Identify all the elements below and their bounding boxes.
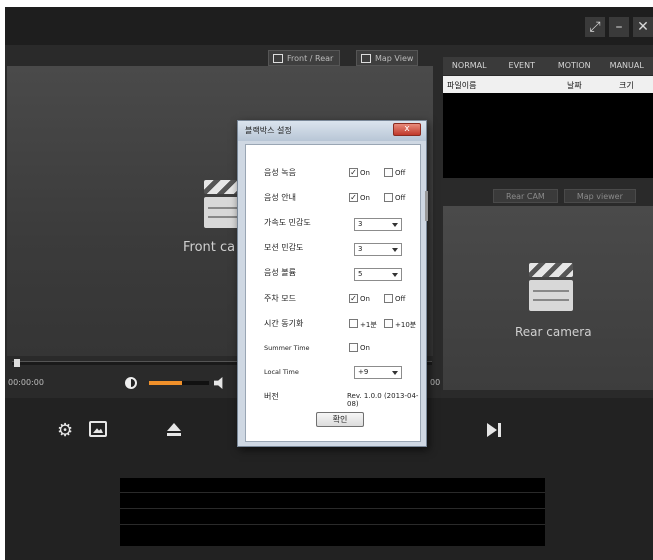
parking-mode-label: 주차 모드: [264, 294, 296, 303]
dialog-scrollbar[interactable]: [425, 191, 428, 221]
dialog-close-button[interactable]: x: [393, 123, 421, 136]
chevron-down-icon: [392, 248, 398, 252]
volume-label: 음성 볼륨: [264, 268, 296, 277]
time-sync-1min-label: +1분: [360, 321, 377, 329]
dialog-title-text: 블랙박스 설정: [245, 126, 292, 135]
column-date[interactable]: 날짜: [567, 80, 582, 91]
map-icon: [361, 54, 371, 63]
maximize-icon[interactable]: ⤢: [585, 17, 605, 37]
next-track-icon[interactable]: [487, 423, 501, 437]
time-sync-label: 시간 동기화: [264, 319, 304, 328]
time-display-right: 00: [430, 378, 441, 387]
audio-record-label: 음성 녹음: [264, 168, 296, 177]
local-time-label: Local Time: [264, 368, 299, 376]
file-tabs: NORMAL EVENT MOTION MANUAL: [443, 57, 653, 75]
map-view-label: Map View: [375, 54, 414, 63]
minimize-icon[interactable]: –: [609, 17, 629, 37]
audio-record-off-checkbox[interactable]: [384, 168, 393, 177]
motion-sensitivity-select[interactable]: 3: [354, 243, 402, 256]
clapper-icon: [529, 263, 573, 311]
voice-guide-off-checkbox[interactable]: [384, 193, 393, 202]
image-icon[interactable]: [89, 421, 107, 437]
volume-select[interactable]: 5: [354, 268, 402, 281]
accel-sensitivity-select[interactable]: 3: [354, 218, 402, 231]
volume-fill: [149, 381, 182, 385]
tab-normal[interactable]: NORMAL: [443, 57, 496, 75]
time-display: 00:00:00: [8, 378, 44, 387]
rear-cam-button[interactable]: Rear CAM: [493, 189, 558, 203]
eject-icon[interactable]: [167, 423, 181, 437]
column-filename[interactable]: 파일이름: [447, 80, 476, 91]
file-list[interactable]: [443, 93, 653, 178]
parking-mode-on-checkbox[interactable]: ✓: [349, 294, 358, 303]
gear-icon[interactable]: ⚙: [57, 420, 73, 441]
accel-sensitivity-value: 3: [358, 220, 363, 228]
tab-manual[interactable]: MANUAL: [601, 57, 653, 75]
parking-mode-on-label: On: [360, 295, 370, 303]
seek-handle[interactable]: [14, 359, 20, 367]
map-viewer-button[interactable]: Map viewer: [563, 189, 636, 203]
ok-button[interactable]: 확인: [316, 412, 364, 427]
audio-record-on-checkbox[interactable]: ✓: [349, 168, 358, 177]
rear-view-buttons: Rear CAM Map viewer: [493, 189, 636, 203]
chevron-down-icon: [392, 273, 398, 277]
summer-time-label: Summer Time: [264, 344, 310, 352]
audio-record-off-label: Off: [395, 169, 406, 177]
timeline[interactable]: [120, 478, 545, 546]
version-label: 버전: [264, 392, 279, 401]
title-bar: ⤢ – ✕: [5, 7, 653, 45]
voice-guide-on-checkbox[interactable]: ✓: [349, 193, 358, 202]
audio-record-on-label: On: [360, 169, 370, 177]
motion-sensitivity-label: 모션 민감도: [264, 243, 304, 252]
window-controls: ⤢ – ✕: [585, 17, 653, 37]
brightness-icon[interactable]: [125, 377, 137, 389]
settings-dialog: 블랙박스 설정 x 음성 녹음 ✓ On Off 음성 안내 ✓ On Off …: [237, 120, 428, 447]
voice-guide-off-label: Off: [395, 194, 406, 202]
voice-guide-label: 음성 안내: [264, 193, 296, 202]
parking-mode-off-label: Off: [395, 295, 406, 303]
local-time-select[interactable]: +9: [354, 366, 402, 379]
dialog-body: 음성 녹음 ✓ On Off 음성 안내 ✓ On Off 가속도 민감도 3 …: [245, 144, 421, 442]
tab-event[interactable]: EVENT: [496, 57, 549, 75]
swap-icon: [273, 54, 283, 63]
column-size[interactable]: 크기: [619, 80, 634, 91]
voice-guide-on-label: On: [360, 194, 370, 202]
time-sync-10min-label: +10분: [395, 321, 417, 329]
chevron-down-icon: [392, 371, 398, 375]
version-value: Rev. 1.0.0 (2013-04-08): [347, 392, 419, 408]
accel-sensitivity-label: 가속도 민감도: [264, 218, 311, 227]
map-view-button[interactable]: Map View: [356, 50, 418, 66]
volume-value: 5: [358, 270, 363, 278]
file-list-header: 파일이름 날짜 크기: [443, 76, 653, 93]
front-camera-label: Front ca: [183, 240, 236, 255]
time-sync-10min-checkbox[interactable]: [384, 319, 393, 328]
chevron-down-icon: [392, 223, 398, 227]
summer-time-on-label: On: [360, 344, 370, 352]
motion-sensitivity-value: 3: [358, 245, 363, 253]
tab-motion[interactable]: MOTION: [548, 57, 601, 75]
dialog-title: 블랙박스 설정 x: [238, 121, 426, 141]
local-time-value: +9: [358, 368, 369, 376]
time-sync-1min-checkbox[interactable]: [349, 319, 358, 328]
front-rear-button[interactable]: Front / Rear: [268, 50, 340, 66]
front-rear-label: Front / Rear: [287, 54, 334, 63]
summer-time-checkbox[interactable]: [349, 343, 358, 352]
rear-camera-label: Rear camera: [515, 325, 592, 339]
parking-mode-off-checkbox[interactable]: [384, 294, 393, 303]
close-icon[interactable]: ✕: [633, 17, 653, 37]
